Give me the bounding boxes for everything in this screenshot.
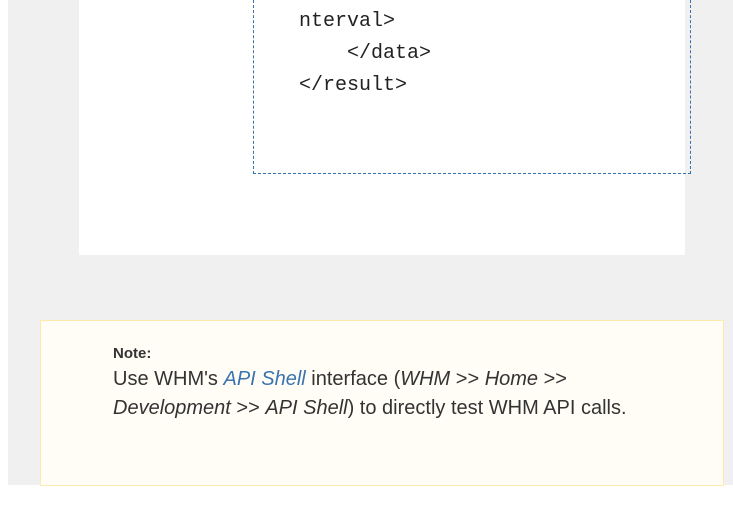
- breadcrumb-whm: WHM: [400, 368, 451, 390]
- code-line: </result>: [299, 74, 408, 97]
- api-shell-link[interactable]: API Shell: [223, 368, 305, 390]
- note-panel: Note: Use WHM's API Shell interface (WHM…: [40, 320, 724, 486]
- breadcrumb-home: Home: [484, 368, 539, 390]
- code-content: nterval> </data> </result>: [299, 6, 431, 102]
- note-text: Use WHM's API Shell interface (WHM >> Ho…: [113, 365, 673, 423]
- code-line: </data>: [299, 42, 432, 65]
- code-block: nterval> </data> </result>: [253, 0, 691, 174]
- page-content-panel: nterval> </data> </result> Note: Use WHM'…: [8, 0, 733, 486]
- breadcrumb-separator: >>: [450, 368, 485, 390]
- breadcrumb-separator: >>: [538, 368, 567, 390]
- breadcrumb-api-shell: API Shell: [265, 397, 348, 419]
- breadcrumb-development: Development: [113, 397, 231, 419]
- note-text-segment: ) to directly test WHM API calls.: [347, 397, 627, 419]
- note-text-segment: Use WHM's: [113, 368, 224, 390]
- note-text-segment: interface (: [305, 368, 401, 390]
- note-title: Note:: [113, 345, 152, 362]
- code-section-card: nterval> </data> </result>: [79, 0, 691, 255]
- breadcrumb-separator: >>: [230, 397, 266, 419]
- code-line: nterval>: [299, 10, 396, 33]
